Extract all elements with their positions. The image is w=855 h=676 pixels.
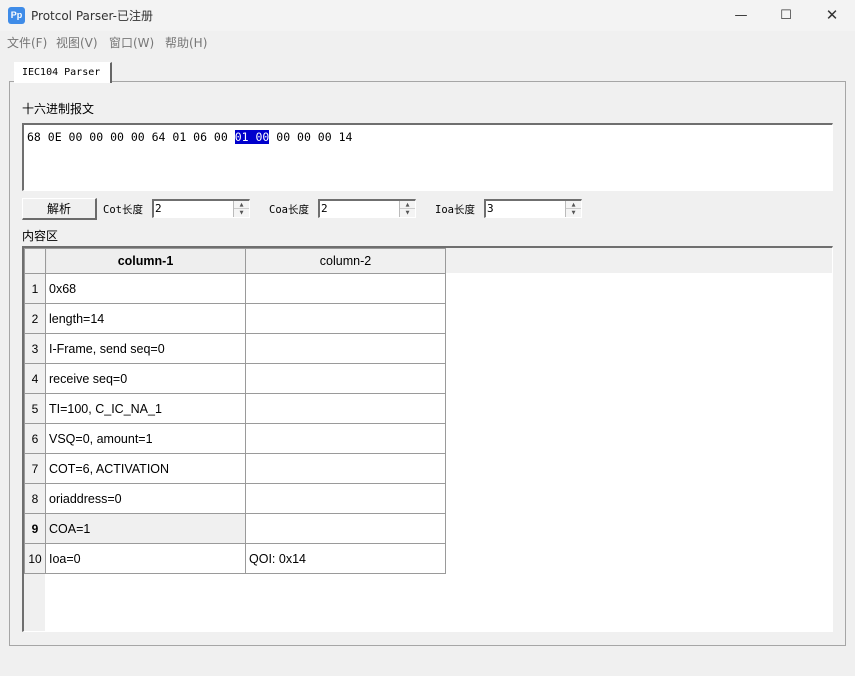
column-header-2[interactable]: column-2 (245, 248, 446, 274)
cell-column-1[interactable]: VSQ=0, amount=1 (45, 423, 246, 454)
row-number[interactable]: 5 (24, 393, 46, 424)
parse-button[interactable]: 解析 (22, 198, 97, 220)
table-row[interactable]: 9 COA=1 (24, 513, 446, 544)
minimize-button[interactable]: — (718, 0, 764, 31)
menu-help[interactable]: 帮助(H) (165, 34, 207, 51)
cell-column-2[interactable] (245, 363, 446, 394)
cell-column-2[interactable]: QOI: 0x14 (245, 543, 446, 574)
cot-length-value: 2 (155, 202, 162, 215)
hex-label: 十六进制报文 (22, 102, 95, 116)
menu-bar: 文件(F) 视图(V) 窗口(W) 帮助(H) (0, 31, 855, 52)
coa-length-spinbox[interactable]: 2 ▲ ▼ (318, 199, 416, 218)
menu-file[interactable]: 文件(F) (7, 34, 47, 51)
hex-text-after: 00 00 00 14 (269, 130, 353, 144)
row-number[interactable]: 10 (24, 543, 46, 574)
cot-spin-arrows: ▲ ▼ (233, 201, 249, 217)
hex-selection: 01 00 (234, 130, 270, 144)
cell-column-1[interactable]: oriaddress=0 (45, 483, 246, 514)
coa-spin-down-icon[interactable]: ▼ (400, 209, 415, 217)
result-table: column-1 column-2 1 0x68 2 length=14 3 I-Fram… (24, 248, 446, 574)
cell-column-1[interactable]: length=14 (45, 303, 246, 334)
window-title: Protcol Parser-已注册 (31, 9, 153, 23)
grid-corner[interactable] (24, 248, 46, 274)
hex-text: 68 0E 00 00 00 00 64 01 06 00 01 00 00 0… (27, 130, 352, 144)
cell-column-1[interactable]: TI=100, C_IC_NA_1 (45, 393, 246, 424)
ioa-spin-down-icon[interactable]: ▼ (566, 209, 581, 217)
table-row[interactable]: 3 I-Frame, send seq=0 (24, 333, 446, 364)
tab-iec104-parser[interactable]: IEC104 Parser (14, 62, 112, 83)
cell-column-1[interactable]: receive seq=0 (45, 363, 246, 394)
content-grid[interactable]: column-1 column-2 1 0x68 2 length=14 3 I-Fram… (22, 246, 833, 632)
hex-input[interactable]: 68 0E 00 00 00 00 64 01 06 00 01 00 00 0… (22, 123, 833, 191)
cell-column-2[interactable] (245, 483, 446, 514)
coa-length-label: Coa长度 (269, 204, 309, 216)
menu-window[interactable]: 窗口(W) (109, 34, 154, 51)
cell-column-2[interactable] (245, 513, 446, 544)
cell-column-2[interactable] (245, 273, 446, 304)
ioa-length-spinbox[interactable]: 3 ▲ ▼ (484, 199, 582, 218)
hex-text-before: 68 0E 00 00 00 00 64 01 06 00 (27, 130, 235, 144)
cell-column-1[interactable]: COA=1 (45, 513, 246, 544)
cell-column-2[interactable] (245, 303, 446, 334)
cell-column-2[interactable] (245, 423, 446, 454)
ioa-length-value: 3 (487, 202, 494, 215)
maximize-button[interactable]: ☐ (763, 0, 809, 31)
cot-spin-up-icon[interactable]: ▲ (234, 201, 249, 209)
table-row[interactable]: 8 oriaddress=0 (24, 483, 446, 514)
app-icon: Pp (8, 7, 25, 24)
cell-column-2[interactable] (245, 333, 446, 364)
cell-column-2[interactable] (245, 393, 446, 424)
content-label: 内容区 (22, 229, 59, 243)
table-row[interactable]: 5 TI=100, C_IC_NA_1 (24, 393, 446, 424)
coa-length-value: 2 (321, 202, 328, 215)
coa-spin-up-icon[interactable]: ▲ (400, 201, 415, 209)
close-button[interactable]: ✕ (809, 0, 855, 31)
ioa-spin-arrows: ▲ ▼ (565, 201, 581, 217)
row-number[interactable]: 6 (24, 423, 46, 454)
table-row[interactable]: 2 length=14 (24, 303, 446, 334)
cell-column-2[interactable] (245, 453, 446, 484)
table-row[interactable]: 6 VSQ=0, amount=1 (24, 423, 446, 454)
cell-column-1[interactable]: I-Frame, send seq=0 (45, 333, 246, 364)
cot-spin-down-icon[interactable]: ▼ (234, 209, 249, 217)
coa-spin-arrows: ▲ ▼ (399, 201, 415, 217)
row-number[interactable]: 1 (24, 273, 46, 304)
table-body: 1 0x68 2 length=14 3 I-Frame, send seq=0 4 rece… (24, 273, 446, 574)
tab-label: IEC104 Parser (22, 67, 101, 78)
ioa-length-label: Ioa长度 (435, 204, 475, 216)
row-number[interactable]: 7 (24, 453, 46, 484)
ioa-spin-up-icon[interactable]: ▲ (566, 201, 581, 209)
title-bar: Pp Protcol Parser-已注册 — ☐ ✕ (0, 0, 855, 31)
cell-column-1[interactable]: 0x68 (45, 273, 246, 304)
table-row[interactable]: 7 COT=6, ACTIVATION (24, 453, 446, 484)
row-number[interactable]: 3 (24, 333, 46, 364)
table-row[interactable]: 4 receive seq=0 (24, 363, 446, 394)
row-number[interactable]: 4 (24, 363, 46, 394)
column-header-1[interactable]: column-1 (45, 248, 246, 274)
row-number[interactable]: 9 (24, 513, 46, 544)
cot-length-label: Cot长度 (103, 204, 143, 216)
table-row[interactable]: 10 Ioa=0 QOI: 0x14 (24, 543, 446, 574)
row-number[interactable]: 2 (24, 303, 46, 334)
cell-column-1[interactable]: Ioa=0 (45, 543, 246, 574)
row-number[interactable]: 8 (24, 483, 46, 514)
menu-view[interactable]: 视图(V) (56, 34, 98, 51)
cell-column-1[interactable]: COT=6, ACTIVATION (45, 453, 246, 484)
cot-length-spinbox[interactable]: 2 ▲ ▼ (152, 199, 250, 218)
table-row[interactable]: 1 0x68 (24, 273, 446, 304)
